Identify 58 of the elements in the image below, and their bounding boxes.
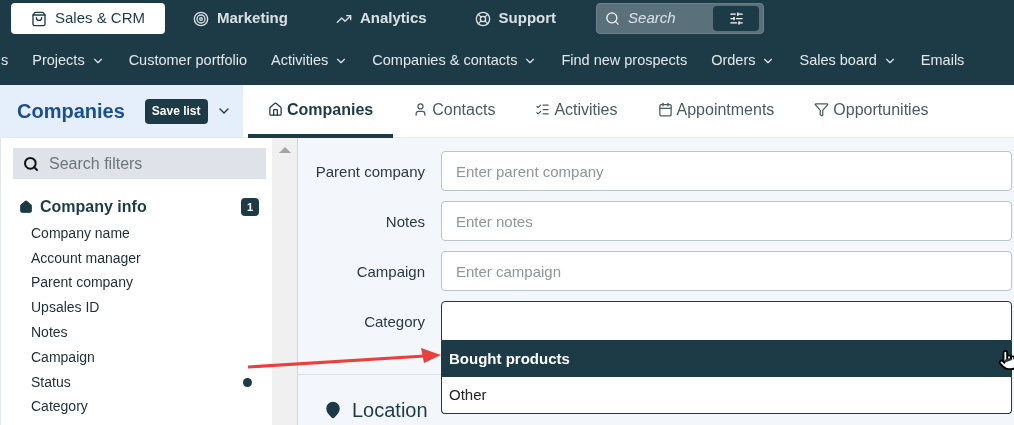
filter-item[interactable]: Account manager [31, 245, 252, 271]
field-label: Parent company [314, 162, 425, 182]
count-badge: 1 [240, 197, 259, 217]
section-title: Company info [40, 197, 148, 217]
filter-item[interactable]: Upsales ID [31, 295, 252, 321]
sub-nav-item[interactable]: Companies & contacts [372, 50, 538, 72]
sub-nav-item[interactable]: s [1, 50, 9, 72]
tab[interactable]: Contacts [393, 85, 516, 138]
filter-item[interactable]: Parent company [31, 270, 252, 296]
sub-nav-item[interactable]: Sales board [799, 50, 897, 72]
search-field[interactable]: Search [596, 3, 765, 34]
section-title: Location [352, 398, 428, 423]
home-icon [268, 102, 283, 117]
search-icon [605, 11, 621, 26]
category-select-field[interactable] [441, 301, 1012, 341]
save-list-button[interactable]: Save list [144, 98, 208, 124]
top-nav-tab[interactable]: Marketing [173, 3, 308, 34]
list-title: Companies [17, 99, 125, 124]
field-label: Category [363, 312, 425, 332]
sub-nav-item[interactable]: Activities [271, 50, 349, 72]
filter-settings-button[interactable] [713, 6, 760, 31]
tab[interactable]: Activities [515, 85, 638, 138]
sub-nav-item[interactable]: Projects [32, 50, 105, 72]
funnel-icon [814, 102, 830, 117]
calendar-icon [657, 102, 673, 117]
search-filters-field[interactable]: Search filters [13, 148, 266, 179]
tab[interactable]: Appointments [637, 85, 795, 138]
top-nav-tab[interactable]: Support [454, 3, 577, 34]
field-label: Campaign [355, 262, 425, 282]
dropdown-option[interactable]: Bought products [442, 341, 1011, 377]
lifebuoy-icon [474, 10, 491, 27]
sub-nav-item[interactable]: Emails [920, 50, 965, 72]
checklist-icon [535, 102, 551, 117]
filter-item[interactable]: Campaign [31, 345, 252, 370]
bag-icon [31, 10, 47, 27]
filter-item[interactable]: Company name [31, 221, 252, 246]
top-nav-tab[interactable]: Analytics [315, 3, 447, 34]
input-field[interactable]: Enter notes [441, 201, 1012, 241]
sub-nav-item[interactable]: Orders [711, 50, 776, 72]
input-field[interactable]: Enter parent company [441, 151, 1012, 191]
search-icon [23, 155, 39, 172]
tab[interactable]: Opportunities [794, 85, 949, 138]
field-label: Notes [384, 212, 425, 232]
filter-item[interactable]: Notes [31, 320, 252, 345]
filter-item[interactable]: Status [31, 369, 252, 395]
dropdown-option[interactable]: Other [442, 377, 1011, 413]
sub-nav-item[interactable]: Find new prospects [561, 50, 688, 72]
map-pin-icon [324, 401, 342, 419]
sliders-icon [728, 11, 744, 26]
filter-item[interactable]: Category [31, 394, 252, 420]
home-icon [19, 200, 33, 214]
sub-nav-item[interactable]: Customer portfolio [128, 50, 248, 72]
target-icon [193, 10, 210, 27]
top-nav-tab[interactable]: Sales & CRM [11, 3, 166, 34]
user-icon [413, 102, 429, 117]
input-field[interactable]: Enter campaign [441, 251, 1012, 291]
search-input[interactable]: Search [628, 7, 706, 30]
search-filters-input[interactable]: Search filters [49, 151, 266, 176]
